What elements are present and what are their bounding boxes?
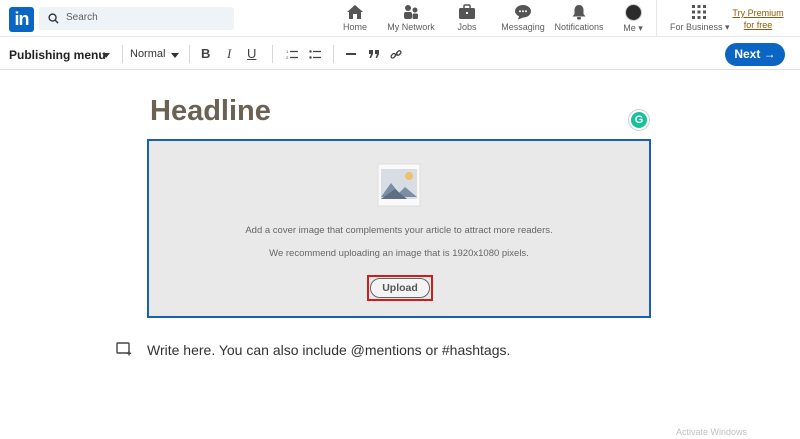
chevron-down-icon[interactable]: [102, 53, 110, 58]
nav-notifications[interactable]: Notifications: [553, 4, 605, 34]
home-icon: [347, 5, 363, 19]
grid-icon: [692, 5, 706, 19]
briefcase-icon: [459, 4, 475, 19]
nav-for-business[interactable]: For Business ▾: [670, 4, 730, 34]
search-placeholder: Search: [66, 12, 98, 23]
cover-image-dropzone[interactable]: Add a cover image that complements your …: [147, 139, 651, 318]
link-icon[interactable]: [390, 49, 402, 60]
linkedin-logo[interactable]: in: [9, 7, 34, 32]
nav-jobs-label: Jobs: [457, 22, 477, 32]
avatar: [624, 4, 642, 21]
bell-icon: [572, 5, 586, 20]
nav-jobs[interactable]: Jobs: [454, 4, 480, 34]
quote-icon[interactable]: [368, 49, 380, 59]
nav-messaging-label: Messaging: [501, 22, 545, 32]
chat-icon: [515, 5, 531, 20]
nav-messaging[interactable]: Messaging: [500, 4, 546, 34]
toolbar-divider: [189, 45, 190, 63]
nav-my-network-label: My Network: [387, 22, 435, 32]
arrow-right-icon: →: [763, 47, 776, 61]
top-navigation: in Search Home My Network Jobs Messaging…: [0, 0, 800, 37]
search-input[interactable]: Search: [39, 7, 234, 30]
nav-me-label: Me ▾: [623, 23, 643, 33]
next-button[interactable]: Next →: [725, 43, 785, 66]
nav-notifications-label: Notifications: [554, 22, 604, 32]
toolbar-divider: [122, 45, 123, 63]
svg-text:2: 2: [286, 55, 289, 60]
next-label: Next: [734, 47, 761, 61]
divider-line-icon[interactable]: [346, 53, 356, 56]
numbered-list-icon[interactable]: 1 2: [286, 49, 298, 60]
search-icon: [48, 13, 59, 24]
nav-home[interactable]: Home: [340, 4, 370, 34]
text-style-select[interactable]: Normal: [130, 48, 165, 60]
try-premium-link[interactable]: Try Premium for free: [728, 7, 788, 31]
italic-button[interactable]: I: [227, 46, 231, 62]
toolbar-divider: [333, 45, 334, 63]
underline-button[interactable]: U: [247, 46, 256, 61]
nav-my-network[interactable]: My Network: [386, 4, 436, 34]
toolbar-divider: [272, 45, 273, 63]
image-placeholder-icon: [377, 163, 421, 207]
add-media-icon[interactable]: [116, 342, 132, 356]
bold-button[interactable]: B: [201, 46, 210, 61]
cover-hint-text: Add a cover image that complements your …: [245, 225, 553, 236]
bulleted-list-icon[interactable]: [309, 49, 321, 60]
nav-me[interactable]: Me ▾: [620, 4, 646, 34]
grammarly-icon[interactable]: G: [629, 110, 649, 130]
activate-windows-watermark: Activate Windows: [676, 427, 748, 437]
svg-text:1: 1: [286, 49, 289, 54]
upload-button[interactable]: Upload: [370, 278, 430, 298]
cover-size-hint: We recommend uploading an image that is …: [269, 248, 529, 259]
network-icon: [404, 5, 418, 19]
chevron-down-icon[interactable]: [171, 53, 179, 58]
nav-for-business-label: For Business ▾: [670, 22, 730, 32]
headline-input[interactable]: Headline: [150, 95, 271, 128]
nav-divider: [656, 0, 657, 37]
chevron-down-icon: ▾: [638, 23, 643, 33]
article-body-input[interactable]: Write here. You can also include @mentio…: [147, 342, 510, 358]
editor-toolbar: Publishing menu Normal B I U 1 2: [0, 38, 800, 70]
publishing-menu[interactable]: Publishing menu: [9, 48, 106, 62]
nav-home-label: Home: [342, 22, 367, 32]
